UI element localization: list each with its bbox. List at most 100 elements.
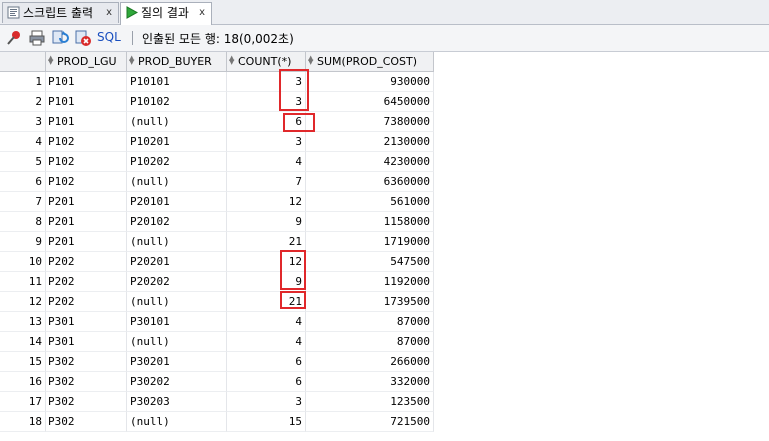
refresh-icon[interactable] [50, 28, 70, 48]
prod-buyer-cell[interactable]: P30203 [127, 392, 227, 412]
row-number-cell[interactable]: 11 [0, 272, 46, 292]
count-cell[interactable]: 6 [227, 352, 306, 372]
sum-prod-cost-cell[interactable]: 4230000 [306, 152, 434, 172]
prod-lgu-cell[interactable]: P201 [46, 212, 127, 232]
prod-buyer-cell[interactable]: P10102 [127, 92, 227, 112]
sum-prod-cost-cell[interactable]: 266000 [306, 352, 434, 372]
table-row[interactable]: 6 P102 (null) 7 6360000 [0, 172, 434, 192]
row-number-cell[interactable]: 4 [0, 132, 46, 152]
row-number-cell[interactable]: 7 [0, 192, 46, 212]
sum-prod-cost-cell[interactable]: 7380000 [306, 112, 434, 132]
table-row[interactable]: 10 P202 P20201 12 547500 [0, 252, 434, 272]
sum-prod-cost-cell[interactable]: 332000 [306, 372, 434, 392]
prod-lgu-cell[interactable]: P302 [46, 412, 127, 432]
sum-prod-cost-cell[interactable]: 721500 [306, 412, 434, 432]
result-grid[interactable]: ▲ ▼ PROD_LGU ▲ ▼ PROD_BUYER ▲ ▼ COUNT(*) ▲ ▼ SUM… [0, 52, 769, 441]
table-row[interactable]: 12 P202 (null) 21 1739500 [0, 292, 434, 312]
row-number-cell[interactable]: 1 [0, 72, 46, 92]
count-cell[interactable]: 3 [227, 392, 306, 412]
row-number-cell[interactable]: 13 [0, 312, 46, 332]
prod-lgu-cell[interactable]: P202 [46, 272, 127, 292]
row-number-cell[interactable]: 5 [0, 152, 46, 172]
prod-buyer-cell[interactable]: (null) [127, 292, 227, 312]
row-number-cell[interactable]: 8 [0, 212, 46, 232]
prod-buyer-cell[interactable]: P20101 [127, 192, 227, 212]
tab-close-button[interactable]: x [106, 3, 112, 23]
table-row[interactable]: 13 P301 P30101 4 87000 [0, 312, 434, 332]
prod-buyer-cell[interactable]: (null) [127, 172, 227, 192]
count-cell[interactable]: 9 [227, 212, 306, 232]
prod-buyer-cell[interactable]: P30101 [127, 312, 227, 332]
count-cell[interactable]: 4 [227, 312, 306, 332]
sum-prod-cost-cell[interactable]: 123500 [306, 392, 434, 412]
prod-buyer-cell[interactable]: (null) [127, 232, 227, 252]
count-cell[interactable]: 7 [227, 172, 306, 192]
row-number-cell[interactable]: 18 [0, 412, 46, 432]
prod-buyer-cell[interactable]: (null) [127, 112, 227, 132]
row-number-cell[interactable]: 17 [0, 392, 46, 412]
table-row[interactable]: 14 P301 (null) 4 87000 [0, 332, 434, 352]
prod-buyer-cell[interactable]: (null) [127, 332, 227, 352]
tab-script-output[interactable]: 스크립트 출력 x [2, 2, 119, 23]
prod-lgu-cell[interactable]: P202 [46, 252, 127, 272]
column-header-sum-prod-cost[interactable]: ▲ ▼ SUM(PROD_COST) [306, 52, 434, 72]
count-cell[interactable]: 21 [227, 232, 306, 252]
count-cell[interactable]: 3 [227, 132, 306, 152]
prod-buyer-cell[interactable]: P10101 [127, 72, 227, 92]
table-row[interactable]: 8 P201 P20102 9 1158000 [0, 212, 434, 232]
count-cell[interactable]: 6 [227, 372, 306, 392]
table-row[interactable]: 2 P101 P10102 3 6450000 [0, 92, 434, 112]
table-row[interactable]: 15 P302 P30201 6 266000 [0, 352, 434, 372]
count-cell[interactable]: 4 [227, 332, 306, 352]
prod-lgu-cell[interactable]: P302 [46, 392, 127, 412]
count-cell[interactable]: 12 [227, 192, 306, 212]
table-row[interactable]: 3 P101 (null) 6 7380000 [0, 112, 434, 132]
sum-prod-cost-cell[interactable]: 87000 [306, 312, 434, 332]
row-number-cell[interactable]: 16 [0, 372, 46, 392]
table-row[interactable]: 11 P202 P20202 9 1192000 [0, 272, 434, 292]
sum-prod-cost-cell[interactable]: 2130000 [306, 132, 434, 152]
prod-lgu-cell[interactable]: P101 [46, 92, 127, 112]
sum-prod-cost-cell[interactable]: 6450000 [306, 92, 434, 112]
row-number-cell[interactable]: 6 [0, 172, 46, 192]
table-row[interactable]: 17 P302 P30203 3 123500 [0, 392, 434, 412]
prod-buyer-cell[interactable]: P20201 [127, 252, 227, 272]
column-header-prod-lgu[interactable]: ▲ ▼ PROD_LGU [46, 52, 127, 72]
row-number-cell[interactable]: 15 [0, 352, 46, 372]
sum-prod-cost-cell[interactable]: 6360000 [306, 172, 434, 192]
column-header-prod-buyer[interactable]: ▲ ▼ PROD_BUYER [127, 52, 227, 72]
prod-buyer-cell[interactable]: P30201 [127, 352, 227, 372]
table-row[interactable]: 5 P102 P10202 4 4230000 [0, 152, 434, 172]
table-row[interactable]: 9 P201 (null) 21 1719000 [0, 232, 434, 252]
prod-lgu-cell[interactable]: P101 [46, 112, 127, 132]
prod-lgu-cell[interactable]: P101 [46, 72, 127, 92]
count-cell[interactable]: 15 [227, 412, 306, 432]
row-number-cell[interactable]: 10 [0, 252, 46, 272]
prod-lgu-cell[interactable]: P201 [46, 232, 127, 252]
row-number-cell[interactable]: 14 [0, 332, 46, 352]
row-number-cell[interactable]: 3 [0, 112, 46, 132]
count-cell[interactable]: 4 [227, 152, 306, 172]
table-row[interactable]: 16 P302 P30202 6 332000 [0, 372, 434, 392]
row-number-cell[interactable]: 2 [0, 92, 46, 112]
sum-prod-cost-cell[interactable]: 930000 [306, 72, 434, 92]
table-row[interactable]: 1 P101 P10101 3 930000 [0, 72, 434, 92]
pin-icon[interactable] [4, 28, 24, 48]
prod-buyer-cell[interactable]: P30202 [127, 372, 227, 392]
prod-lgu-cell[interactable]: P102 [46, 152, 127, 172]
prod-lgu-cell[interactable]: P202 [46, 292, 127, 312]
prod-lgu-cell[interactable]: P201 [46, 192, 127, 212]
sql-button[interactable]: SQL [97, 30, 121, 44]
row-number-cell[interactable]: 12 [0, 292, 46, 312]
table-row[interactable]: 7 P201 P20101 12 561000 [0, 192, 434, 212]
sum-prod-cost-cell[interactable]: 87000 [306, 332, 434, 352]
table-row[interactable]: 18 P302 (null) 15 721500 [0, 412, 434, 432]
prod-buyer-cell[interactable]: P10202 [127, 152, 227, 172]
sum-prod-cost-cell[interactable]: 1739500 [306, 292, 434, 312]
prod-lgu-cell[interactable]: P102 [46, 132, 127, 152]
sum-prod-cost-cell[interactable]: 1719000 [306, 232, 434, 252]
prod-lgu-cell[interactable]: P302 [46, 372, 127, 392]
prod-buyer-cell[interactable]: P10201 [127, 132, 227, 152]
sum-prod-cost-cell[interactable]: 561000 [306, 192, 434, 212]
prod-buyer-cell[interactable]: P20202 [127, 272, 227, 292]
